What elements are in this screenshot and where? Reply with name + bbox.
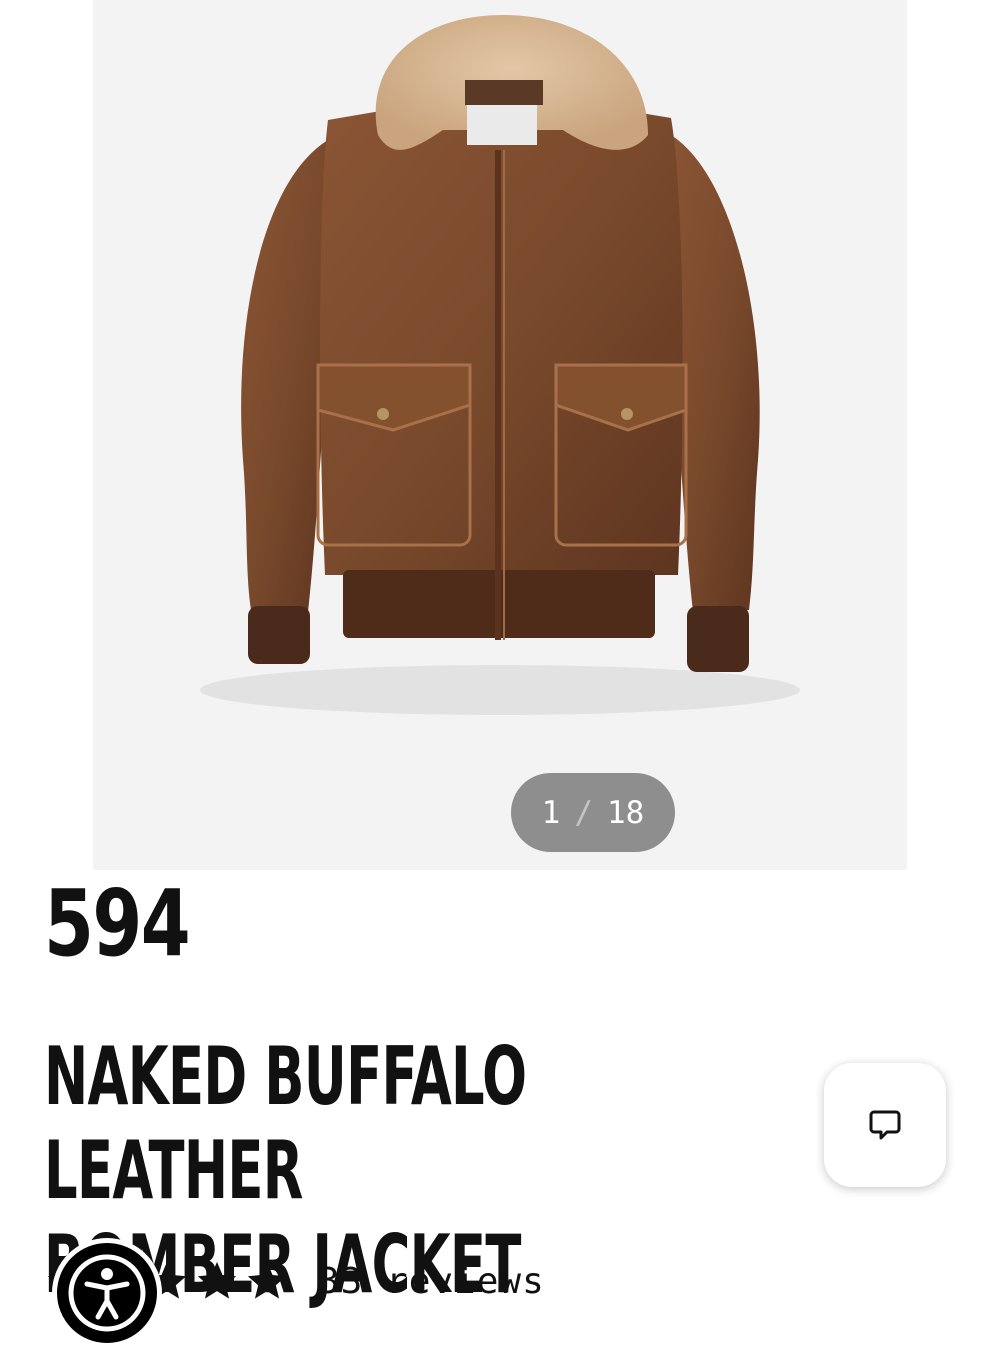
product-image-gallery[interactable]: 1 / 18 bbox=[93, 0, 907, 870]
product-title-line-1: NAKED BUFFALO LEATHER bbox=[44, 1030, 527, 1217]
chat-button[interactable] bbox=[824, 1063, 946, 1187]
product-image bbox=[200, 15, 800, 715]
product-price: 594 bbox=[44, 870, 191, 977]
image-counter-total: 18 bbox=[607, 794, 645, 831]
reviews-count[interactable]: 33 reviews bbox=[318, 1261, 545, 1302]
star-icon bbox=[197, 1261, 237, 1299]
chat-icon bbox=[869, 1110, 901, 1140]
star-icon bbox=[247, 1261, 287, 1299]
image-counter: 1 / 18 bbox=[511, 773, 675, 852]
accessibility-icon bbox=[68, 1254, 146, 1332]
image-counter-separator: / bbox=[574, 794, 593, 831]
image-counter-current: 1 bbox=[541, 794, 561, 831]
accessibility-button[interactable] bbox=[52, 1238, 162, 1348]
